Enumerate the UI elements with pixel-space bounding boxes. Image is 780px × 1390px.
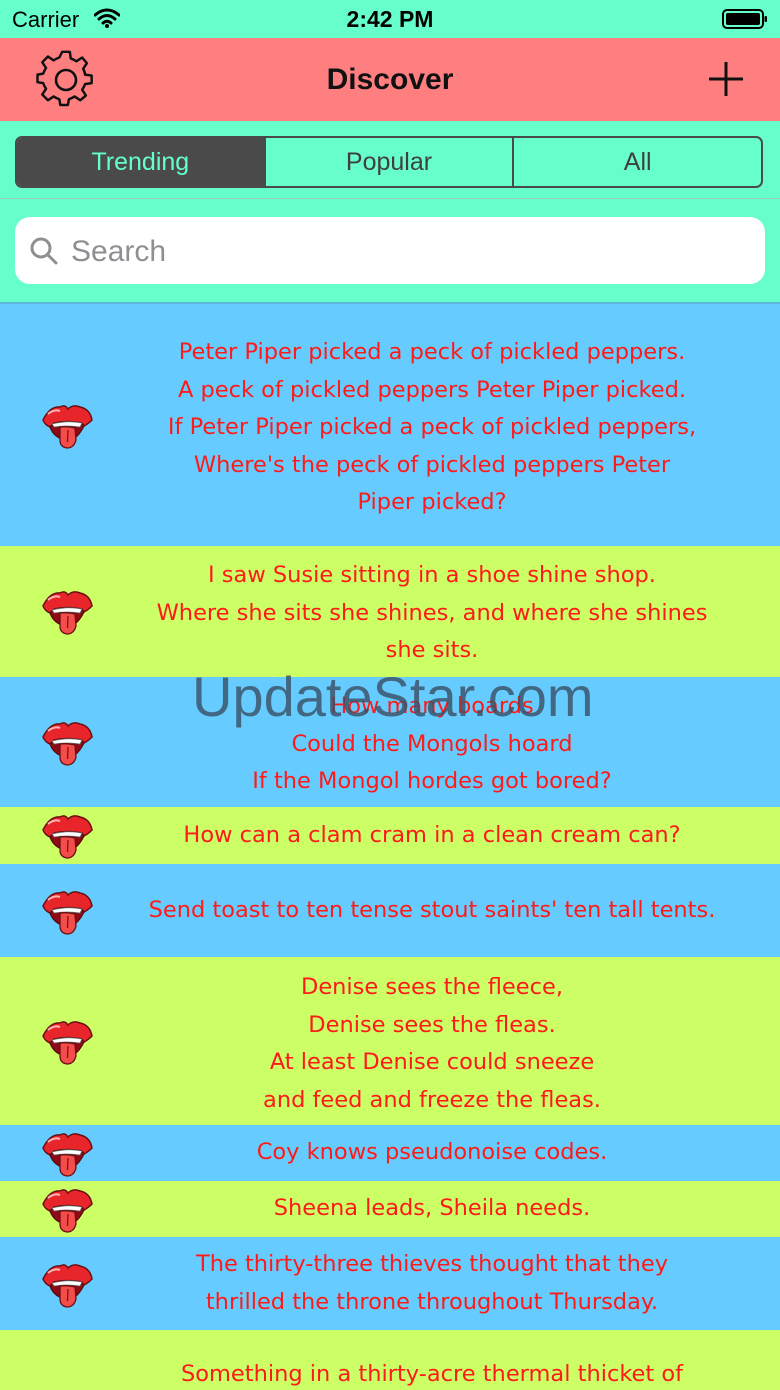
list-item[interactable]: Coy knows pseudonoise codes.: [0, 1125, 780, 1181]
status-bar: Carrier 2:42 PM: [0, 0, 780, 38]
tongue-twister-list: Peter Piper picked a peck of pickled pep…: [0, 304, 780, 1390]
list-item[interactable]: I saw Susie sitting in a shoe shine shop…: [0, 546, 780, 677]
list-item[interactable]: The thirty-three thieves thought that th…: [0, 1237, 780, 1330]
lips-tongue-icon: [40, 1184, 94, 1234]
list-item-text: I saw Susie sitting in a shoe shine shop…: [156, 562, 708, 663]
segment-trending[interactable]: Trending: [17, 138, 264, 186]
gear-icon[interactable]: [36, 50, 96, 110]
battery-icon: [722, 9, 767, 29]
list-item[interactable]: How many boards Could the Mongols hoard …: [0, 677, 780, 807]
lips-tongue-icon: [40, 586, 94, 636]
list-item-text: Something in a thirty-acre thermal thick…: [180, 1361, 684, 1387]
divider: [0, 198, 780, 199]
list-item-text: How can a clam cram in a clean cream can…: [183, 822, 681, 848]
list-item-text: Sheena leads, Sheila needs.: [273, 1195, 591, 1221]
navigation-bar: Discover: [0, 38, 780, 121]
list-item[interactable]: How can a clam cram in a clean cream can…: [0, 807, 780, 864]
list-item-text: Peter Piper picked a peck of pickled pep…: [167, 339, 697, 515]
list-item-text: Denise sees the fleece, Denise sees the …: [263, 974, 601, 1113]
list-item[interactable]: Send toast to ten tense stout saints' te…: [0, 864, 780, 957]
list-item-text: Send toast to ten tense stout saints' te…: [148, 897, 716, 923]
plus-icon[interactable]: [706, 59, 746, 99]
lips-tongue-icon: [40, 886, 94, 936]
lips-tongue-icon: [40, 1128, 94, 1178]
lips-tongue-icon: [40, 400, 94, 450]
list-item[interactable]: Peter Piper picked a peck of pickled pep…: [0, 304, 780, 546]
list-item-text: How many boards Could the Mongols hoard …: [252, 693, 612, 794]
lips-tongue-icon: [40, 810, 94, 860]
segmented-control: Trending Popular All: [15, 136, 763, 188]
list-item[interactable]: Something in a thirty-acre thermal thick…: [0, 1330, 780, 1390]
segment-popular[interactable]: Popular: [263, 138, 513, 186]
search-input[interactable]: [69, 217, 753, 286]
page-title: Discover: [326, 63, 454, 96]
lips-tongue-icon: [40, 1259, 94, 1309]
status-time: 2:42 PM: [346, 6, 434, 32]
list-item-text: The thirty-three thieves thought that th…: [195, 1251, 669, 1315]
lips-tongue-icon: [40, 1016, 94, 1066]
segment-all[interactable]: All: [512, 138, 761, 186]
list-item[interactable]: Sheena leads, Sheila needs.: [0, 1181, 780, 1237]
search-icon: [30, 237, 58, 265]
list-item[interactable]: Denise sees the fleece, Denise sees the …: [0, 957, 780, 1125]
lips-tongue-icon: [40, 717, 94, 767]
search-bar[interactable]: [15, 217, 765, 286]
list-item-text: Coy knows pseudonoise codes.: [256, 1139, 608, 1165]
